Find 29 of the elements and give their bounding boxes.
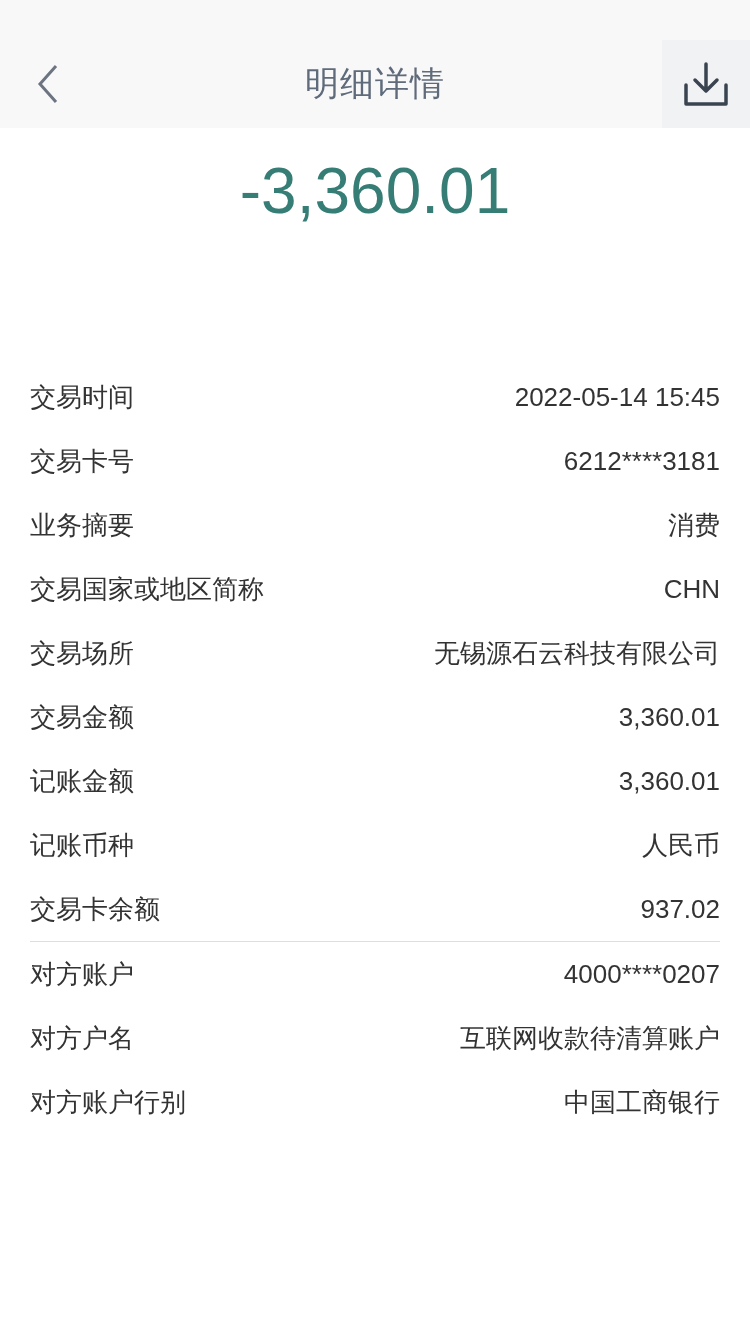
- field-label: 记账金额: [30, 764, 134, 798]
- field-label: 交易卡余额: [30, 892, 160, 926]
- field-value: 4000****0207: [563, 958, 720, 990]
- field-value: 中国工商银行: [564, 1085, 720, 1119]
- field-value: 6212****3181: [563, 445, 720, 477]
- field-value: 互联网收款待清算账户: [460, 1021, 720, 1055]
- field-label: 对方户名: [30, 1021, 134, 1055]
- field-label: 交易场所: [30, 636, 134, 670]
- field-value: 消费: [668, 508, 720, 542]
- amount: -3,360.01: [238, 154, 512, 229]
- field-value: 937.02: [640, 893, 720, 925]
- field-label: 交易时间: [30, 380, 134, 414]
- field-label: 交易国家或地区简称: [30, 572, 264, 606]
- field-value: 人民币: [642, 828, 720, 862]
- back-icon: [36, 64, 60, 104]
- field-value: 2022-05-14 15:45: [514, 381, 720, 413]
- field-label: 对方账户: [30, 957, 134, 991]
- download-button[interactable]: [662, 40, 750, 128]
- field-label: 交易金额: [30, 700, 134, 734]
- field-label: 记账币种: [30, 828, 134, 862]
- field-label: 交易卡号: [30, 444, 134, 478]
- download-icon: [683, 61, 729, 107]
- field-label: 业务摘要: [30, 508, 134, 542]
- field-value: 无锡源石云科技有限公司: [434, 636, 720, 670]
- page-title: 明细详情: [305, 62, 445, 105]
- field-label: 对方账户行别: [30, 1085, 186, 1119]
- field-value: 3,360.01: [618, 765, 720, 797]
- field-value: CHN: [663, 573, 720, 605]
- field-value: 3,360.01: [618, 701, 720, 733]
